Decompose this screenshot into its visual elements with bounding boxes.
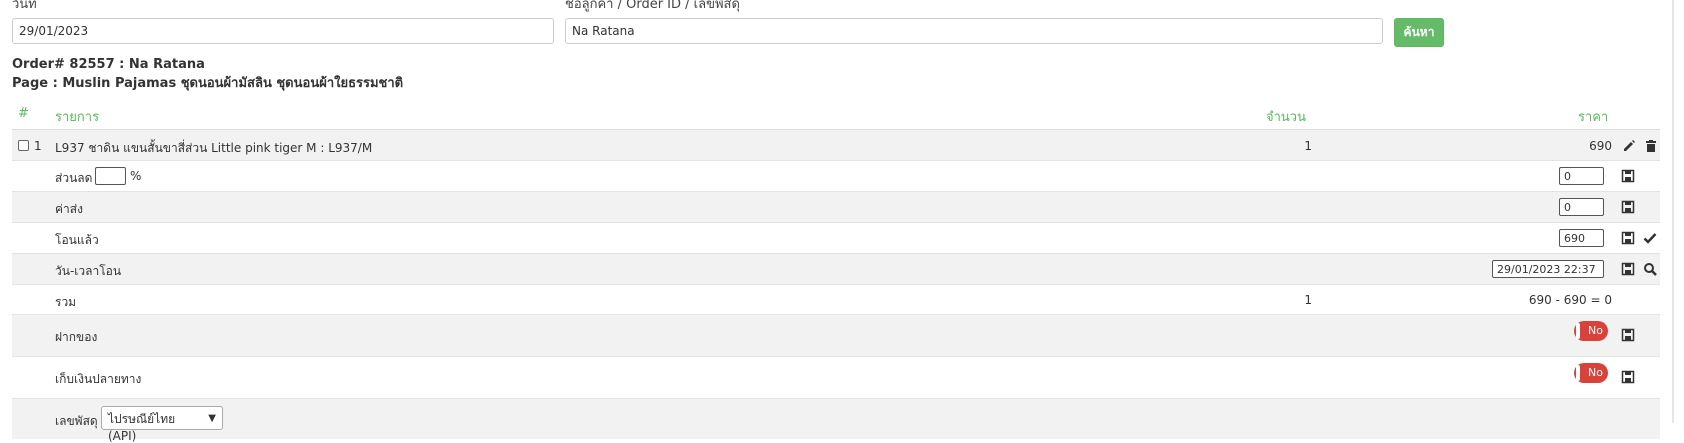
transferred-row: โอนแล้ว	[12, 223, 1660, 254]
item-qty: 1	[1304, 139, 1312, 153]
pencil-icon[interactable]	[1622, 139, 1636, 153]
row-checkbox[interactable]	[18, 140, 29, 151]
floppy-disk-icon[interactable]	[1621, 370, 1635, 384]
shipping-label: ค่าส่ง	[55, 202, 83, 216]
scrollbar[interactable]	[1672, 0, 1674, 423]
shipping-row: ค่าส่ง	[12, 192, 1660, 223]
chevron-down-icon: ▼	[208, 413, 216, 424]
transfer-time-row: วัน-เวลาโอน	[12, 254, 1660, 285]
floppy-disk-icon[interactable]	[1621, 169, 1635, 183]
floppy-disk-icon[interactable]	[1621, 231, 1635, 245]
discount-label: ส่วนลด	[55, 171, 93, 185]
item-name: L937 ชาดิน แขนสั้นขาสี่ส่วน Little pink …	[55, 141, 373, 155]
transferred-input[interactable]	[1559, 229, 1604, 247]
deposit-toggle-label: No	[1588, 324, 1603, 337]
table-header: # รายการ จำนวน ราคา	[12, 98, 1660, 130]
col-num: #	[18, 106, 29, 121]
transferred-label: โอนแล้ว	[55, 233, 99, 247]
percent-sign: %	[130, 169, 142, 183]
row-index: 1	[34, 139, 42, 153]
deposit-toggle[interactable]: No	[1574, 321, 1608, 341]
deposit-row: ฝากของ No	[12, 315, 1660, 357]
total-summary: 690 - 690 = 0	[1528, 293, 1612, 307]
trash-icon[interactable]	[1644, 139, 1658, 153]
toggle-knob	[1576, 365, 1580, 381]
discount-row: ส่วนลด %	[12, 161, 1660, 192]
order-info: Order# 82557 : Na Ratana Page : Muslin P…	[12, 55, 403, 93]
total-label: รวม	[55, 295, 77, 309]
customer-search-input[interactable]	[565, 18, 1383, 44]
customer-search-label: ชื่อลูกค้า / Order ID / เลขพัสดุ	[565, 0, 740, 12]
cod-toggle-label: No	[1588, 366, 1603, 379]
cod-row: เก็บเงินปลายทาง No	[12, 357, 1660, 399]
date-input[interactable]	[12, 18, 554, 44]
floppy-disk-icon[interactable]	[1621, 328, 1635, 342]
search-bar: วันที่ ชื่อลูกค้า / Order ID / เลขพัสดุ …	[12, 0, 1472, 50]
date-label: วันที่	[12, 0, 37, 12]
total-row: รวม 1 690 - 690 = 0	[12, 285, 1660, 315]
floppy-disk-icon[interactable]	[1621, 200, 1635, 214]
tracking-row: เลขพัสดุ ไปรษณีย์ไทย (API) ▼	[12, 399, 1660, 443]
order-table: # รายการ จำนวน ราคา 1 L937 ชาดิน แขนสั้น…	[12, 98, 1660, 443]
order-page: Page : Muslin Pajamas ชุดนอนผ้ามัสลิน ชุ…	[12, 76, 404, 91]
carrier-select-value: ไปรษณีย์ไทย (API)	[108, 412, 176, 443]
shipping-input[interactable]	[1559, 198, 1604, 216]
floppy-disk-icon[interactable]	[1621, 262, 1635, 276]
magnifier-icon[interactable]	[1643, 262, 1657, 276]
col-item: รายการ	[55, 110, 100, 125]
cod-label: เก็บเงินปลายทาง	[55, 372, 142, 386]
transfer-time-label: วัน-เวลาโอน	[55, 264, 122, 278]
item-price: 690	[1589, 139, 1612, 153]
toggle-knob	[1576, 323, 1580, 339]
discount-input[interactable]	[1559, 167, 1604, 185]
transfer-time-input[interactable]	[1492, 260, 1604, 278]
order-number: Order# 82557 : Na Ratana	[12, 57, 205, 72]
table-row: 1 L937 ชาดิน แขนสั้นขาสี่ส่วน Little pin…	[12, 130, 1660, 161]
carrier-select[interactable]: ไปรษณีย์ไทย (API) ▼	[101, 406, 223, 443]
col-qty: จำนวน	[1266, 110, 1306, 125]
checkmark-icon[interactable]	[1643, 231, 1657, 245]
tracking-label: เลขพัสดุ	[55, 414, 98, 428]
total-qty: 1	[1304, 293, 1312, 307]
search-button[interactable]: ค้นหา	[1394, 18, 1444, 47]
discount-percent-input[interactable]	[95, 167, 126, 185]
col-price: ราคา	[1578, 110, 1609, 125]
cod-toggle[interactable]: No	[1574, 363, 1608, 383]
deposit-label: ฝากของ	[55, 330, 98, 344]
